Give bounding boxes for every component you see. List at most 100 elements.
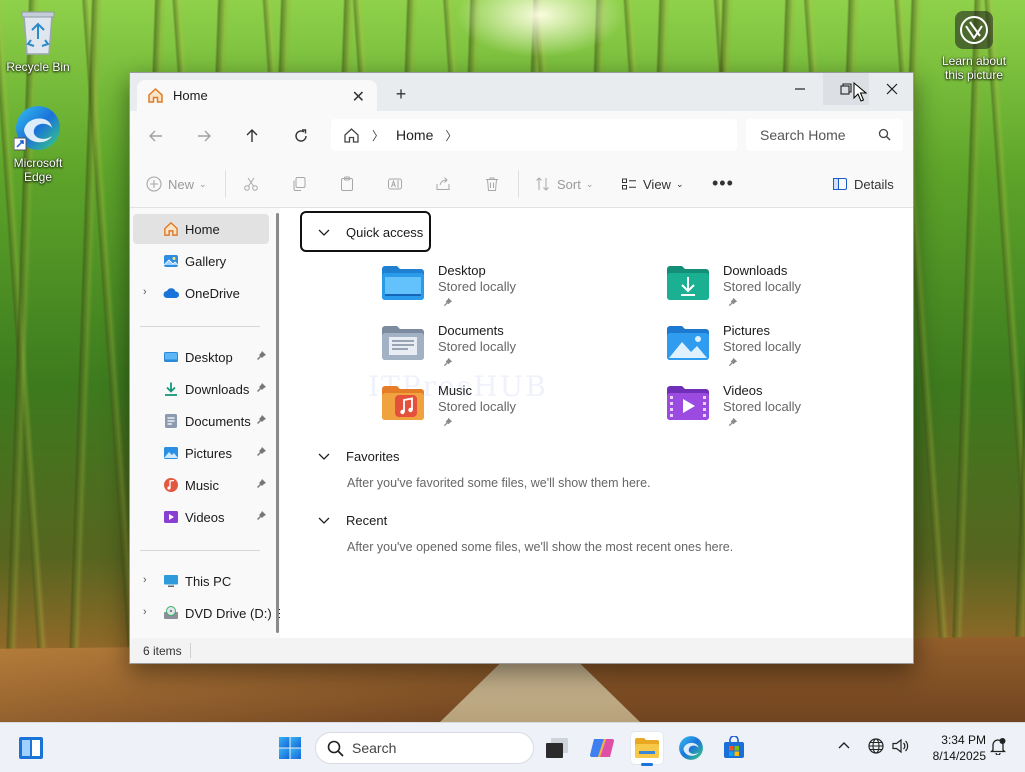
tile-downloads[interactable]: Downloads Stored locally (666, 261, 906, 315)
task-view-button[interactable] (541, 732, 573, 764)
section-title: Quick access (346, 225, 424, 240)
refresh-button[interactable] (287, 123, 315, 149)
paste-button[interactable] (339, 176, 355, 192)
minimize-button[interactable] (777, 73, 823, 105)
tile-documents[interactable]: Documents Stored locally (381, 321, 621, 375)
active-indicator (641, 763, 653, 766)
rename-button[interactable] (387, 176, 403, 192)
sidebar-item-home[interactable]: Home (133, 214, 269, 244)
pin-icon[interactable] (256, 478, 267, 489)
pin-icon[interactable] (256, 510, 267, 521)
desktop-folder-icon (164, 352, 178, 362)
details-button[interactable]: Details (832, 176, 894, 192)
refresh-icon (295, 129, 307, 142)
chevron-right-icon[interactable]: 〉 (445, 127, 457, 144)
delete-button[interactable] (484, 176, 500, 192)
forward-button[interactable] (190, 123, 218, 149)
details-label: Details (854, 176, 894, 192)
tile-status: Stored locally (723, 339, 802, 354)
pin-icon (443, 357, 453, 367)
chevron-right-icon[interactable]: › (143, 286, 147, 298)
view-button[interactable]: View ⌄ (621, 176, 684, 192)
widgets-button[interactable] (15, 732, 47, 764)
sidebar-item-onedrive[interactable]: › OneDrive (133, 278, 269, 308)
sidebar-item-music[interactable]: Music (133, 470, 269, 500)
pin-icon[interactable] (256, 446, 267, 457)
new-button[interactable]: New ⌄ (146, 176, 207, 192)
file-explorer-taskbar-button[interactable] (631, 732, 663, 766)
chevron-right-icon[interactable]: › (143, 574, 147, 586)
chevron-right-icon[interactable]: › (143, 606, 147, 618)
copy-icon (293, 177, 306, 191)
taskbar-search-box[interactable]: Search (315, 732, 534, 764)
mouse-cursor-icon (853, 82, 867, 102)
close-window-button[interactable] (869, 73, 915, 105)
volume-button[interactable] (892, 738, 910, 757)
sidebar-item-pictures[interactable]: Pictures (133, 438, 269, 468)
search-input[interactable]: Search Home (746, 119, 903, 151)
favorites-empty-message: After you've favorited some files, we'll… (347, 476, 651, 490)
sidebar-item-dvd-drive[interactable]: › DVD Drive (D:) E (133, 598, 280, 628)
sidebar-item-documents[interactable]: Documents (133, 406, 269, 436)
arrow-up-icon (246, 129, 258, 142)
tile-music[interactable]: Music Stored locally (381, 381, 621, 435)
videos-folder-icon (164, 511, 178, 523)
tile-desktop[interactable]: Desktop Stored locally (381, 261, 621, 315)
sidebar-item-gallery[interactable]: Gallery (133, 246, 269, 276)
sidebar-item-label: Gallery (185, 254, 227, 269)
downloads-folder-icon (667, 266, 709, 300)
desktop-icon-learn-picture[interactable]: Learn about this picture (936, 10, 1012, 82)
pin-icon[interactable] (256, 382, 267, 393)
tab-home[interactable]: Home ✕ (137, 80, 377, 111)
sidebar-item-downloads[interactable]: Downloads (133, 374, 269, 404)
downloads-folder-icon (165, 382, 177, 396)
sort-button[interactable]: Sort ⌄ (535, 176, 593, 192)
copilot-button[interactable] (586, 732, 618, 764)
pin-icon (443, 417, 453, 427)
home-icon (148, 87, 163, 103)
edge-taskbar-button[interactable] (675, 732, 707, 764)
desktop-icon-recycle-bin[interactable]: Recycle Bin (0, 8, 76, 74)
cut-button[interactable] (243, 176, 259, 192)
more-options-button[interactable]: ••• (712, 173, 734, 194)
pin-icon[interactable] (256, 414, 267, 425)
sidebar-item-desktop[interactable]: Desktop (133, 342, 269, 372)
copilot-icon (590, 739, 614, 757)
tile-name: Videos (723, 383, 763, 398)
music-folder-icon (382, 386, 424, 420)
sidebar-item-videos[interactable]: Videos (133, 502, 269, 532)
share-button[interactable] (435, 176, 451, 192)
new-tab-button[interactable]: + (391, 84, 411, 105)
notifications-button[interactable] (989, 737, 1007, 758)
desktop-icon-edge[interactable]: Microsoft Edge (0, 104, 76, 184)
sidebar-scrollbar[interactable] (276, 213, 279, 633)
section-quick-access[interactable]: Quick access (318, 225, 423, 240)
show-hidden-icons-button[interactable] (838, 737, 850, 752)
new-label: New (168, 176, 195, 192)
breadcrumb-home[interactable]: Home (396, 127, 433, 143)
tile-videos[interactable]: Videos Stored locally (666, 381, 906, 435)
view-label: View (643, 176, 671, 192)
section-recent[interactable]: Recent (318, 513, 387, 528)
sidebar-item-label: This PC (185, 574, 232, 589)
tab-title: Home (173, 88, 208, 103)
network-button[interactable] (868, 738, 884, 757)
home-icon (164, 221, 178, 236)
taskbar-clock[interactable]: 3:34 PM 8/14/2025 (920, 732, 986, 764)
sidebar-item-label: Documents (185, 414, 251, 429)
address-bar[interactable]: 〉 Home 〉 (331, 119, 737, 151)
item-count: 6 items (143, 644, 182, 658)
start-button[interactable] (274, 732, 306, 764)
view-list-icon (622, 178, 636, 190)
pin-icon[interactable] (256, 350, 267, 361)
copy-button[interactable] (291, 176, 307, 192)
store-taskbar-button[interactable] (718, 732, 750, 764)
up-button[interactable] (238, 123, 266, 149)
tab-close-icon[interactable]: ✕ (352, 87, 365, 107)
tile-pictures[interactable]: Pictures Stored locally (666, 321, 906, 375)
section-favorites[interactable]: Favorites (318, 449, 399, 464)
chevron-down-icon: ⌄ (675, 178, 684, 189)
chevron-down-icon: ⌄ (199, 178, 207, 189)
back-button[interactable] (142, 123, 170, 149)
sidebar-item-this-pc[interactable]: › This PC (133, 566, 269, 596)
